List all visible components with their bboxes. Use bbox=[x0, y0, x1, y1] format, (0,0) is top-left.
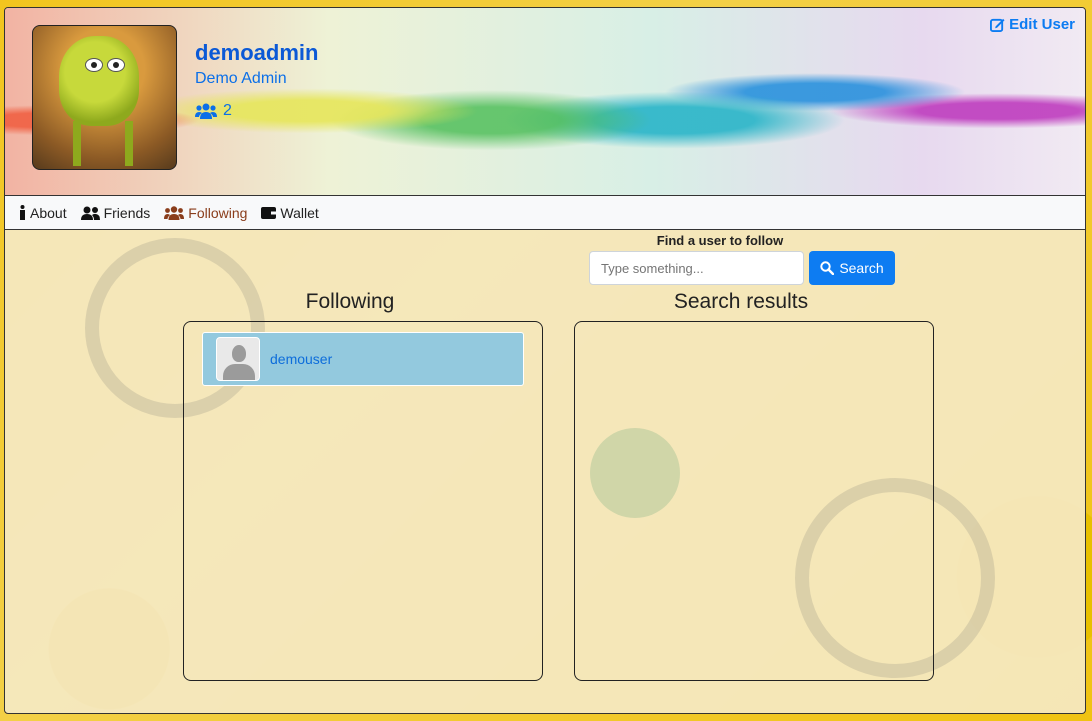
search-icon bbox=[820, 261, 835, 275]
avatar-head bbox=[232, 345, 246, 362]
tab-friends[interactable]: Friends bbox=[80, 204, 151, 221]
tab-label: Following bbox=[188, 204, 248, 221]
avatar-legs bbox=[73, 121, 133, 166]
profile-tabs: About Friends Following Wallet bbox=[5, 195, 1085, 230]
edit-user-label: Edit User bbox=[1009, 16, 1075, 33]
profile-banner: demoadmin Demo Admin 2 Edit User bbox=[5, 8, 1085, 195]
edit-user-link[interactable]: Edit User bbox=[990, 16, 1075, 33]
avatar-body bbox=[223, 364, 255, 380]
friend-count-value: 2 bbox=[223, 102, 232, 119]
profile-full-name: Demo Admin bbox=[195, 70, 287, 87]
tab-wallet[interactable]: Wallet bbox=[261, 204, 319, 221]
tab-label: Wallet bbox=[280, 204, 319, 221]
tab-about[interactable]: About bbox=[19, 205, 67, 221]
friend-count[interactable]: 2 bbox=[195, 102, 232, 120]
profile-avatar bbox=[32, 25, 177, 170]
wallet-icon bbox=[261, 207, 277, 219]
search-results-title: Search results bbox=[673, 290, 809, 313]
avatar-eye bbox=[107, 58, 125, 72]
following-title: Following bbox=[305, 290, 395, 313]
users-icon bbox=[195, 103, 217, 119]
user-group-icon bbox=[164, 205, 185, 220]
avatar-character bbox=[59, 36, 139, 126]
following-list: demouser bbox=[183, 321, 543, 681]
edit-icon bbox=[990, 18, 1005, 32]
avatar bbox=[216, 337, 260, 381]
tab-following[interactable]: Following bbox=[164, 205, 247, 221]
list-item[interactable]: demouser bbox=[202, 332, 524, 386]
search-button-label: Search bbox=[839, 260, 884, 276]
info-icon bbox=[20, 205, 25, 220]
search-button[interactable]: Search bbox=[809, 251, 895, 285]
users-icon bbox=[80, 206, 100, 220]
tab-label: Friends bbox=[103, 204, 151, 221]
search-results-list bbox=[574, 321, 934, 681]
tab-label: About bbox=[30, 204, 67, 221]
find-user-label: Find a user to follow bbox=[656, 233, 784, 248]
profile-card: demoadmin Demo Admin 2 Edit User About F… bbox=[4, 7, 1086, 714]
avatar-eye bbox=[85, 58, 103, 72]
search-input[interactable] bbox=[589, 251, 804, 285]
profile-username: demoadmin bbox=[195, 40, 319, 65]
list-item-username: demouser bbox=[270, 351, 333, 367]
